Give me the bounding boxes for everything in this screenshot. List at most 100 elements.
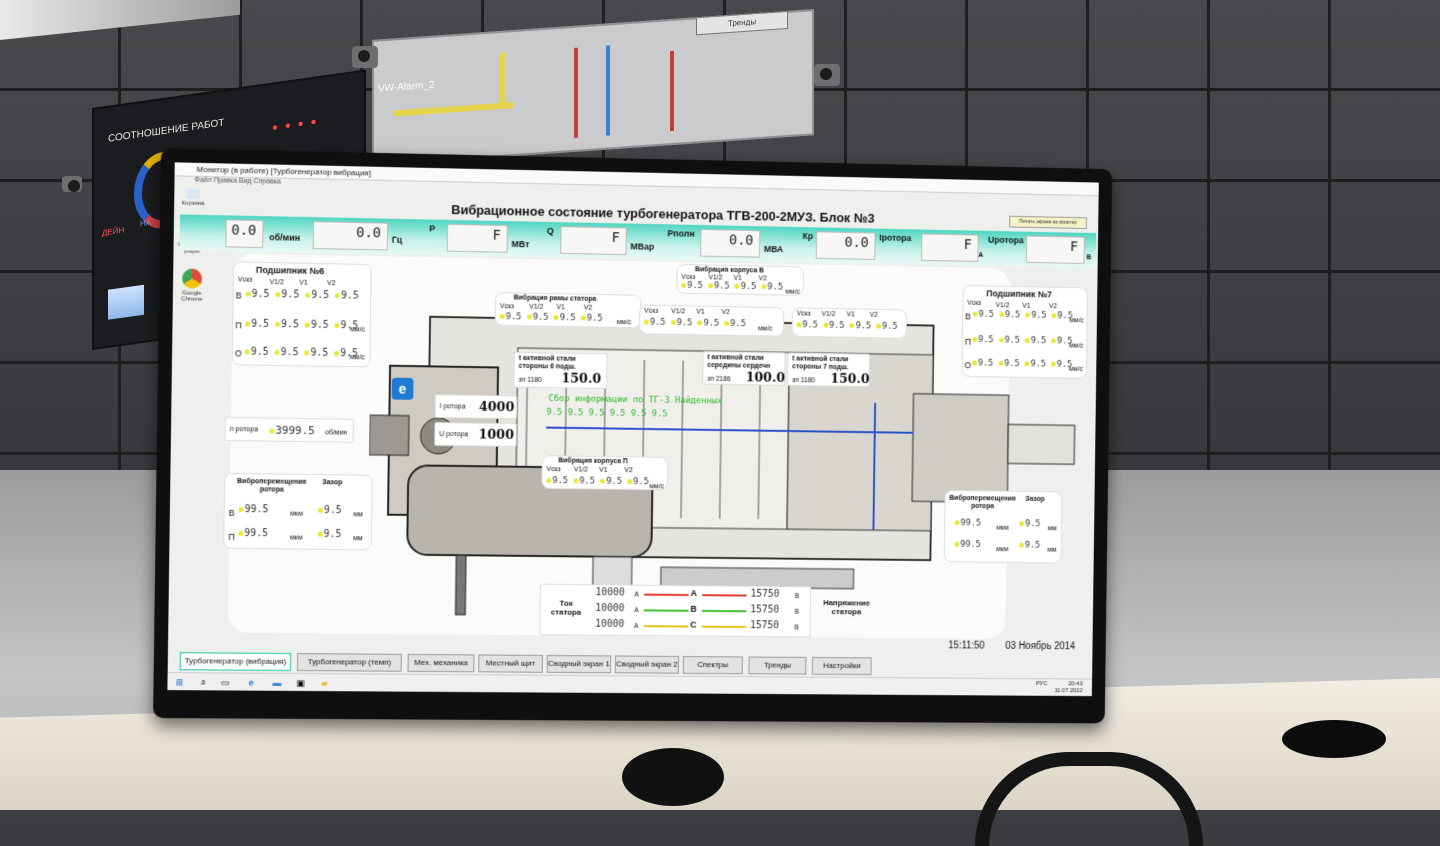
rotor-displacement-title: Виброперемещения ротора bbox=[949, 495, 1016, 511]
status-dot-icon bbox=[627, 479, 632, 484]
edge-icon[interactable]: e bbox=[245, 677, 257, 689]
unit: мм/с bbox=[785, 289, 800, 296]
axis-label: П bbox=[965, 337, 971, 347]
irotora-display: F bbox=[921, 233, 979, 261]
ppoln-value: 0.0 bbox=[729, 233, 754, 249]
housing-vibration-values: 9.5 9.5 9.5 9.5 bbox=[797, 320, 898, 332]
monitor-app-icon[interactable]: ▬ bbox=[271, 677, 283, 689]
col-v12: V1/2 bbox=[529, 304, 543, 311]
q-display: F bbox=[560, 226, 627, 255]
status-dot-icon bbox=[1051, 338, 1056, 343]
unit: мм/с bbox=[1069, 343, 1083, 350]
folder-icon[interactable]: ▰ bbox=[318, 677, 330, 689]
unit: А bbox=[634, 592, 639, 599]
status-dot-icon bbox=[671, 320, 676, 325]
status-dot-icon bbox=[573, 478, 578, 483]
tab-local-panel[interactable]: Местный щит bbox=[478, 654, 543, 672]
freq-value: 0.0 bbox=[356, 225, 381, 241]
tab-spectra[interactable]: Спектры bbox=[683, 656, 743, 674]
bearing-7-panel: Подшипник №7 Vскз V1/2 V1 V2 В 9.5 9.5 9… bbox=[961, 285, 1087, 379]
status-dot-icon bbox=[698, 320, 703, 325]
log-line-2: 9.5 9.5 9.5 9.5 9.5 9.5 bbox=[546, 408, 667, 420]
col-v1: V1 bbox=[599, 467, 607, 474]
system-tray[interactable]: РУС 20:43 11.07.2022 bbox=[1036, 681, 1083, 695]
pipe-red-2 bbox=[670, 51, 674, 131]
status-dot-icon bbox=[335, 293, 340, 298]
unit: В bbox=[794, 624, 799, 631]
unit: мм bbox=[1048, 525, 1057, 532]
status-dot-icon bbox=[239, 506, 244, 511]
edge-browser-icon[interactable]: e bbox=[392, 378, 414, 400]
search-icon[interactable]: ⌕ bbox=[197, 676, 209, 688]
unit: мм bbox=[353, 535, 363, 542]
cable-grommet bbox=[622, 748, 724, 806]
stator-panel: Ток статора 10000 А A 15750 В 10000 А B … bbox=[539, 584, 811, 638]
status-dot-icon bbox=[1025, 338, 1030, 343]
ppoln-unit: МВА bbox=[764, 244, 783, 254]
core-temp-value: 150.0 bbox=[830, 372, 869, 387]
p-value: F bbox=[492, 228, 500, 244]
unit: мкм bbox=[290, 534, 303, 541]
col-v2: V2 bbox=[870, 312, 878, 319]
value: 9.5 bbox=[341, 290, 359, 301]
language-indicator[interactable]: РУС bbox=[1036, 681, 1047, 687]
desktop-icon-chrome[interactable]: Google Chrome bbox=[177, 268, 207, 303]
value: 9.5 bbox=[829, 321, 845, 331]
status-dot-icon bbox=[246, 291, 251, 296]
housing-vibration-title: Вибрация корпуса П bbox=[558, 457, 627, 465]
col-vskz: Vскз bbox=[644, 308, 658, 315]
recycle-bin-icon bbox=[186, 189, 200, 199]
tab-settings[interactable]: Настройки bbox=[812, 657, 872, 675]
chrome-icon bbox=[182, 268, 202, 288]
tab-summary-1[interactable]: Сводный экран 1 bbox=[547, 655, 612, 673]
status-dot-icon bbox=[335, 323, 340, 328]
value: 9.5 bbox=[311, 320, 329, 331]
core-temp-left-panel: t активной стали стороны 6 подш. зп 1180… bbox=[513, 352, 607, 389]
value: 9.5 bbox=[677, 318, 693, 328]
ppoln-display: 0.0 bbox=[700, 229, 760, 258]
bearing-7-row-p: 9.5 9.5 9.5 9.5 bbox=[972, 335, 1072, 346]
status-dot-icon bbox=[955, 520, 960, 525]
col-v12: V1/2 bbox=[996, 302, 1010, 309]
unit: мкм bbox=[290, 511, 303, 518]
windows-start-icon[interactable]: ⊞ bbox=[173, 676, 185, 688]
pipe-red bbox=[574, 48, 578, 138]
unit: мм bbox=[1047, 547, 1056, 554]
pipe-yellow bbox=[394, 102, 514, 116]
store-icon[interactable]: ▣ bbox=[295, 677, 307, 689]
tab-summary-2[interactable]: Сводный экран 2 bbox=[615, 656, 679, 674]
value: 9.5 bbox=[767, 282, 783, 292]
tab-trends[interactable]: Тренды bbox=[748, 657, 806, 675]
print-screen-button[interactable]: Печать экрана на принтер bbox=[1009, 216, 1087, 229]
phase-a-line bbox=[644, 594, 689, 596]
rotor-displacement-title: Виброперемещения ротора bbox=[229, 478, 315, 495]
monitor: Монитор (в работе) [Турбогенератор вибра… bbox=[153, 148, 1112, 723]
unit: мм bbox=[353, 511, 363, 518]
freq-display: 0.0 bbox=[313, 221, 388, 250]
camera-icon bbox=[352, 46, 378, 68]
bearing-7-title: Подшипник №7 bbox=[986, 288, 1052, 299]
irotora-unit: А bbox=[978, 252, 983, 259]
wall-display-label-2: НА bbox=[140, 218, 151, 229]
task-view-icon[interactable]: ▭ bbox=[219, 676, 231, 688]
col-v1: V1 bbox=[299, 280, 308, 287]
core-temp-right-panel: t активной стали стороны 7 подш. зп 1180… bbox=[787, 352, 870, 387]
rotor-speed-panel: n ротора 3999.5 об/мин bbox=[225, 417, 354, 443]
bearing-6-row-p: 9.5 9.5 9.5 9.5 bbox=[245, 319, 358, 332]
urotora-display: F bbox=[1026, 236, 1085, 264]
value: 99.5 bbox=[244, 528, 268, 539]
camera-icon bbox=[62, 176, 82, 192]
clock-time: 15:11:50 bbox=[948, 640, 985, 651]
col-v2: V2 bbox=[1049, 303, 1057, 310]
rotor-displacement-value: 99.5 bbox=[239, 504, 269, 515]
tab-mechanics[interactable]: Мех. механика bbox=[407, 654, 474, 672]
status-dot-icon bbox=[998, 361, 1003, 366]
desktop-icon-recycle[interactable]: Корзина bbox=[178, 188, 208, 207]
status-dot-icon bbox=[600, 479, 605, 484]
core-temp-value: 150.0 bbox=[561, 371, 601, 386]
tab-turbogen-temp[interactable]: Турбогенератор (темп) bbox=[297, 653, 402, 672]
tab-turbogen-vibration[interactable]: Турбогенератор (вибрация) bbox=[180, 652, 292, 671]
value: 9.5 bbox=[1004, 336, 1020, 346]
status-dot-icon bbox=[305, 322, 310, 327]
status-dot-icon bbox=[724, 321, 729, 326]
